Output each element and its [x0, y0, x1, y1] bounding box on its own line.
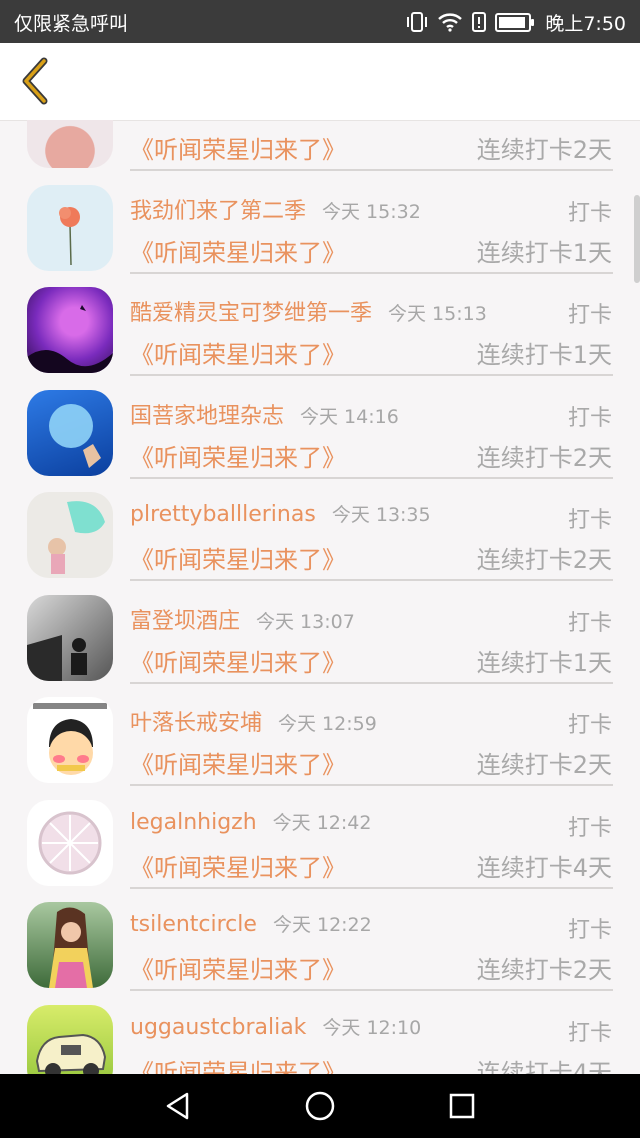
nav-home-button[interactable]: [296, 1086, 344, 1126]
list-item[interactable]: 富登坝酒庄 今天 13:07 打卡 《听闻荣星归来了》 连续打卡1天: [0, 581, 640, 684]
status-bar: 仅限紧急呼叫 晚上7:50: [0, 0, 640, 43]
streak-text: 连续打卡4天: [476, 1058, 612, 1075]
book-title: 《听闻荣星归来了》: [130, 443, 346, 472]
back-triangle-icon: [166, 1092, 189, 1120]
user-name: 酷爱精灵宝可梦绁第一季 今天 15:13: [130, 301, 487, 326]
checkin-time: 今天 13:07: [256, 610, 355, 633]
streak-text: 连续打卡2天: [476, 751, 612, 779]
book-title: 《听闻荣星归来了》: [130, 136, 346, 164]
avatar: [27, 287, 113, 373]
checkin-label: 打卡: [567, 508, 612, 533]
list-item[interactable]: legalnhigzh 今天 12:42 打卡 《听闻荣星归来了》 连续打卡4天: [0, 786, 640, 889]
list-item[interactable]: 我劲们来了第二季 今天 15:32 打卡 《听闻荣星归来了》 连续打卡1天: [0, 171, 640, 274]
checkin-label: 打卡: [567, 918, 612, 943]
checkin-label: 打卡: [567, 815, 612, 841]
checkin-time: 今天 12:10: [322, 1016, 422, 1039]
nav-recents-button[interactable]: [438, 1086, 486, 1126]
checkin-time: 今天 12:59: [278, 713, 377, 735]
book-title: 《听闻荣星归来了》: [130, 1058, 346, 1075]
recents-square-icon: [449, 1093, 475, 1119]
list-item[interactable]: uggaustcbraliak 今天 12:10 打卡 《听闻荣星归来了》 连续打…: [0, 991, 640, 1075]
avatar: [27, 594, 113, 681]
avatar: [27, 799, 113, 886]
carrier-text: 仅限紧急呼叫: [14, 13, 129, 35]
checkin-time: 今天 15:32: [322, 200, 421, 223]
user-name: 富登坝酒庄 今天 13:07: [130, 608, 355, 634]
home-circle-icon: [305, 1091, 335, 1121]
status-icons: 晚上7:50: [405, 6, 626, 38]
list-item[interactable]: 《听闻荣星归来了》 连续打卡2天: [0, 120, 640, 171]
user-name: 我劲们来了第二季 今天 15:32: [130, 198, 421, 224]
streak-text: 连续打卡1天: [476, 648, 612, 677]
book-title: 《听闻荣星归来了》: [130, 751, 346, 779]
top-bar: [0, 43, 640, 121]
list-item[interactable]: 叶落长戒安埔 今天 12:59 打卡 《听闻荣星归来了》 连续打卡2天: [0, 683, 640, 786]
book-title: 《听闻荣星归来了》: [130, 648, 346, 677]
chevron-left-icon: [22, 57, 48, 105]
streak-text: 连续打卡2天: [476, 546, 612, 574]
avatar: [27, 120, 113, 168]
checkin-label: 打卡: [567, 713, 612, 738]
avatar: [27, 1004, 113, 1074]
book-title: 《听闻荣星归来了》: [130, 546, 346, 574]
user-name: tsilentcircle 今天 12:22: [130, 912, 372, 937]
checkin-label: 打卡: [567, 200, 612, 226]
list-item[interactable]: tsilentcircle 今天 12:22 打卡 《听闻荣星归来了》 连续打卡2…: [0, 888, 640, 991]
checkin-time: 今天 12:42: [272, 811, 372, 834]
book-title: 《听闻荣星归来了》: [130, 238, 346, 267]
checkin-label: 打卡: [567, 303, 612, 328]
checkin-label: 打卡: [567, 405, 612, 431]
alert-icon: [471, 11, 487, 33]
streak-text: 连续打卡1天: [476, 238, 612, 267]
avatar: [27, 389, 113, 476]
book-title: 《听闻荣星归来了》: [130, 341, 346, 369]
checkin-label: 打卡: [567, 1020, 612, 1046]
avatar: [27, 184, 113, 271]
avatar: [27, 492, 113, 578]
user-name: legalnhigzh 今天 12:42: [130, 809, 372, 835]
streak-text: 连续打卡2天: [476, 443, 612, 472]
streak-text: 连续打卡4天: [476, 853, 612, 882]
user-name: 叶落长戒安埔 今天 12:59: [130, 711, 377, 736]
book-title: 《听闻荣星归来了》: [130, 956, 346, 984]
back-button[interactable]: [12, 55, 60, 107]
user-name: plrettyballlerinas 今天 13:35: [130, 502, 431, 527]
scrollbar[interactable]: [634, 195, 640, 283]
checkin-time: 今天 12:22: [272, 914, 372, 936]
wifi-icon: [437, 12, 463, 32]
user-name: uggaustcbraliak 今天 12:10: [130, 1014, 422, 1040]
checkin-time: 今天 15:13: [388, 303, 487, 325]
checkin-label: 打卡: [567, 610, 612, 636]
checkin-time: 今天 14:16: [300, 405, 399, 428]
book-title: 《听闻荣星归来了》: [130, 853, 346, 882]
streak-text: 连续打卡2天: [476, 956, 612, 984]
list-item[interactable]: 酷爱精灵宝可梦绁第一季 今天 15:13 打卡 《听闻荣星归来了》 连续打卡1天: [0, 273, 640, 376]
navigation-bar: [0, 1074, 640, 1138]
battery-icon: [495, 12, 535, 32]
list-item[interactable]: plrettyballlerinas 今天 13:35 打卡 《听闻荣星归来了》 …: [0, 478, 640, 581]
checkin-list[interactable]: 《听闻荣星归来了》 连续打卡2天 我劲们来了第二季 今天 15:32 打卡 《听闻…: [0, 120, 640, 1074]
list-item[interactable]: 国菩家地理杂志 今天 14:16 打卡 《听闻荣星归来了》 连续打卡2天: [0, 376, 640, 479]
vibrate-icon: [405, 11, 429, 33]
nav-back-button[interactable]: [154, 1086, 202, 1126]
streak-text: 连续打卡2天: [476, 136, 612, 164]
user-name: 国菩家地理杂志 今天 14:16: [130, 403, 399, 429]
status-time: 晚上7:50: [545, 12, 626, 35]
streak-text: 连续打卡1天: [476, 341, 612, 369]
avatar: [27, 902, 113, 988]
avatar: [27, 697, 113, 783]
checkin-time: 今天 13:35: [331, 504, 431, 526]
